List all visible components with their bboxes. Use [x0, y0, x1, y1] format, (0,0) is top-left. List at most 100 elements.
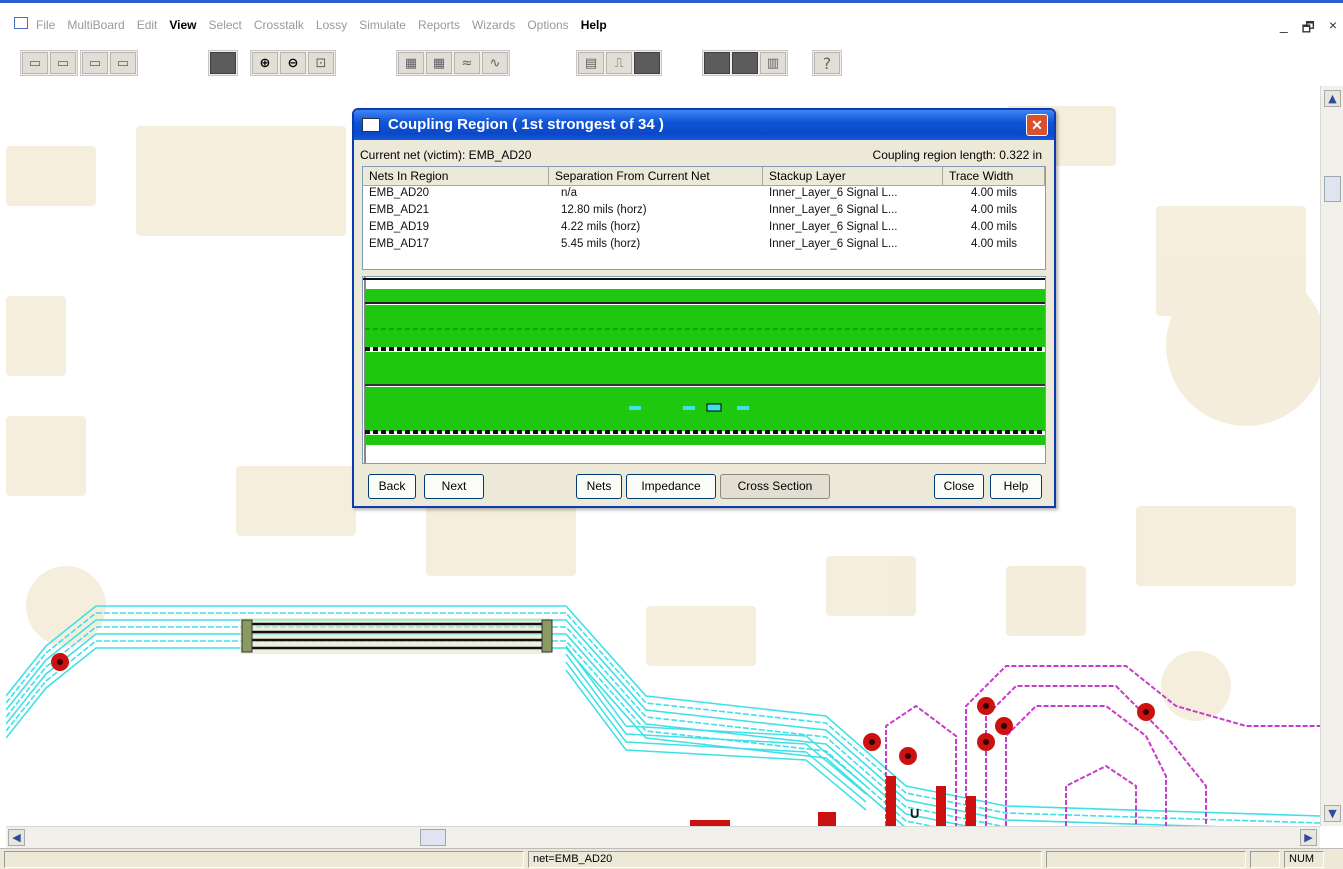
width-cell: 4.00 mils	[970, 221, 1018, 233]
zoom-fit-icon[interactable]: ⊡	[308, 52, 334, 74]
table-row[interactable]: EMB_AD20 n/a Inner_Layer_6 Signal L... 4…	[363, 186, 1045, 203]
window-2-icon[interactable]	[732, 52, 758, 74]
table-row[interactable]: EMB_AD17 5.45 mils (horz) Inner_Layer_6 …	[363, 237, 1045, 254]
dielectric-layer	[365, 305, 1045, 347]
column-header-width[interactable]: Trace Width	[943, 167, 1045, 185]
table-row[interactable]: EMB_AD21 12.80 mils (horz) Inner_Layer_6…	[363, 203, 1045, 220]
impedance-button[interactable]: Impedance	[626, 474, 716, 499]
main-menu: File MultiBoard Edit View Select Crossta…	[36, 18, 607, 32]
stackup-cross-section-graphic	[363, 277, 1045, 463]
copper-plane	[26, 566, 106, 646]
copper-plane	[6, 146, 96, 206]
menu-bar: File MultiBoard Edit View Select Crossta…	[0, 0, 1343, 40]
separation-cell: 5.45 mils (horz)	[561, 238, 641, 250]
victim-trace	[706, 403, 722, 412]
menu-help[interactable]: Help	[581, 18, 607, 32]
scroll-up-icon[interactable]: ▲	[1324, 90, 1341, 107]
dielectric-layer	[365, 352, 1045, 384]
next-button[interactable]: Next	[424, 474, 484, 499]
stackup-icon[interactable]: ⎍	[606, 52, 632, 74]
trace-endpoint	[241, 619, 253, 653]
pcb-file-icon[interactable]: ▭	[22, 52, 48, 74]
window-3-icon[interactable]: ▥	[760, 52, 786, 74]
menu-crosstalk[interactable]: Crosstalk	[254, 18, 304, 32]
status-bar: net=EMB_AD20 NUM	[0, 848, 1343, 869]
copper-plane	[1136, 506, 1296, 586]
menu-simulate[interactable]: Simulate	[359, 18, 406, 32]
schematic-icon[interactable]: ▭	[82, 52, 108, 74]
menu-view[interactable]: View	[169, 18, 196, 32]
close-icon[interactable]: ×	[1329, 17, 1337, 41]
cross-section-trace	[737, 406, 749, 410]
column-header-nets[interactable]: Nets In Region	[363, 167, 549, 185]
status-pane-message	[4, 851, 524, 868]
zoom-out-icon[interactable]: ⊖	[280, 52, 306, 74]
toolbar-group-crosstalk: ▦ ▦ ≈ ∿	[396, 50, 510, 76]
vertical-scrollbar[interactable]: ▲ ▼	[1320, 86, 1343, 826]
layer-cell: Inner_Layer_6 Signal L...	[769, 204, 898, 216]
trace-cyan	[6, 647, 905, 826]
nets-button[interactable]: Nets	[576, 474, 622, 499]
menu-options[interactable]: Options	[527, 18, 568, 32]
list-view-icon[interactable]: ▤	[578, 52, 604, 74]
status-pane-caps	[1250, 851, 1280, 868]
horizontal-scrollbar[interactable]: ◀ ▶	[6, 826, 1320, 848]
board-sim-icon[interactable]: ▭	[50, 52, 76, 74]
component-label: U	[910, 806, 919, 821]
close-button[interactable]: Close	[934, 474, 984, 499]
help-button[interactable]: Help	[990, 474, 1042, 499]
column-header-separation[interactable]: Separation From Current Net	[549, 167, 763, 185]
back-button[interactable]: Back	[368, 474, 416, 499]
layer-cell: Inner_Layer_6 Signal L...	[769, 221, 898, 233]
via-drill	[57, 659, 63, 665]
waveform-icon[interactable]: ≈	[454, 52, 480, 74]
zoom-in-icon[interactable]: ⊕	[252, 52, 278, 74]
scroll-right-icon[interactable]: ▶	[1300, 829, 1317, 846]
combined-crosstalk-icon[interactable]: ▦	[426, 52, 452, 74]
pad	[936, 786, 946, 826]
menu-wizards[interactable]: Wizards	[472, 18, 515, 32]
display-icon[interactable]	[210, 52, 236, 74]
menu-reports[interactable]: Reports	[418, 18, 460, 32]
trace-cyan	[6, 640, 936, 826]
table-row[interactable]: EMB_AD19 4.22 mils (horz) Inner_Layer_6 …	[363, 220, 1045, 237]
cross-section-trace	[629, 406, 641, 410]
minimize-icon[interactable]: _	[1280, 17, 1288, 41]
toolbar-group-zoom: ⊕ ⊖ ⊡	[250, 50, 336, 76]
linesim-icon[interactable]: ▭	[110, 52, 136, 74]
menu-file[interactable]: File	[36, 18, 55, 32]
net-crosstalk-icon[interactable]: ▦	[398, 52, 424, 74]
window-1-icon[interactable]	[704, 52, 730, 74]
menu-edit[interactable]: Edit	[137, 18, 158, 32]
menu-select[interactable]: Select	[209, 18, 242, 32]
vertical-scroll-thumb[interactable]	[1324, 176, 1341, 202]
dialog-close-icon[interactable]: ✕	[1026, 114, 1048, 136]
menu-multiboard[interactable]: MultiBoard	[67, 18, 124, 32]
help-icon[interactable]: ?	[814, 52, 840, 74]
dialog-title-bar[interactable]: Coupling Region ( 1st strongest of 34 ) …	[354, 110, 1054, 140]
horizontal-scroll-thumb[interactable]	[420, 829, 446, 846]
window-controls: _ 🗗 ×	[1280, 17, 1337, 41]
dialog-title: Coupling Region ( 1st strongest of 34 )	[388, 116, 664, 133]
layer-cell: Inner_Layer_6 Signal L...	[769, 238, 898, 250]
via-drill	[869, 739, 875, 745]
scroll-down-icon[interactable]: ▼	[1324, 805, 1341, 822]
copper-plane	[236, 466, 356, 536]
restore-icon[interactable]: 🗗	[1302, 17, 1315, 41]
dielectric-layer	[365, 435, 1045, 445]
app-icon[interactable]	[14, 17, 28, 29]
dialog-window-icon	[362, 118, 380, 132]
cross-section-view	[362, 276, 1046, 464]
cross-section-trace	[683, 406, 695, 410]
scroll-left-icon[interactable]: ◀	[8, 829, 25, 846]
toolbar-group-display	[208, 50, 238, 76]
net-name-cell: EMB_AD20	[369, 187, 430, 199]
menu-lossy[interactable]: Lossy	[316, 18, 347, 32]
scope-icon[interactable]: ∿	[482, 52, 508, 74]
status-pane-net: net=EMB_AD20	[528, 851, 1042, 868]
column-header-layer[interactable]: Stackup Layer	[763, 167, 943, 185]
trace-magenta	[965, 665, 1320, 826]
cross-section-button[interactable]: Cross Section	[720, 474, 830, 499]
terminator-icon[interactable]	[634, 52, 660, 74]
layer-cell: Inner_Layer_6 Signal L...	[769, 187, 898, 199]
